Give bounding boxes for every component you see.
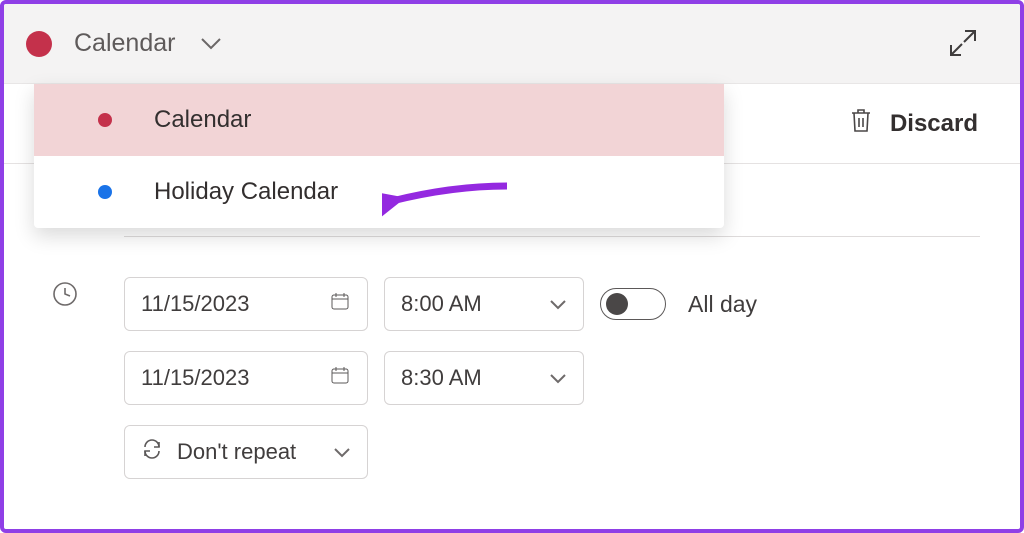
- end-date-value: 11/15/2023: [141, 365, 249, 391]
- discard-button[interactable]: Discard: [848, 106, 978, 141]
- start-date-field[interactable]: 11/15/2023: [124, 277, 368, 331]
- calendar-color-dot: [98, 113, 112, 127]
- end-date-field[interactable]: 11/15/2023: [124, 351, 368, 405]
- calendar-option-label: Calendar: [154, 106, 251, 134]
- calendar-option-holiday[interactable]: Holiday Calendar: [34, 156, 724, 228]
- start-time-field[interactable]: 8:00 AM: [384, 277, 584, 331]
- trash-icon: [848, 106, 874, 141]
- start-time-value: 8:00 AM: [401, 291, 482, 317]
- calendar-selector-bar: Calendar: [4, 4, 1020, 84]
- repeat-icon: [141, 438, 163, 466]
- all-day-toggle[interactable]: [600, 288, 666, 320]
- chevron-down-icon: [549, 291, 567, 317]
- chevron-down-icon: [333, 439, 351, 465]
- chevron-down-icon[interactable]: [197, 32, 225, 56]
- clock-icon: [52, 281, 78, 312]
- toggle-knob: [606, 293, 628, 315]
- repeat-field[interactable]: Don't repeat: [124, 425, 368, 479]
- datetime-row: 11/15/2023 8:00 AM All day: [44, 261, 980, 485]
- discard-label: Discard: [890, 110, 978, 138]
- calendar-dropdown: Calendar Holiday Calendar: [34, 84, 724, 228]
- calendar-option-calendar[interactable]: Calendar: [34, 84, 724, 156]
- all-day-label: All day: [688, 291, 757, 318]
- end-time-value: 8:30 AM: [401, 365, 482, 391]
- calendar-color-dot: [26, 31, 52, 57]
- event-editor-window: Calendar Discar: [0, 0, 1024, 533]
- calendar-icon: [329, 364, 351, 392]
- calendar-option-label: Holiday Calendar: [154, 178, 338, 206]
- end-time-field[interactable]: 8:30 AM: [384, 351, 584, 405]
- chevron-down-icon: [549, 365, 567, 391]
- calendar-icon: [329, 290, 351, 318]
- calendar-color-dot: [98, 185, 112, 199]
- selected-calendar-label[interactable]: Calendar: [74, 29, 175, 58]
- expand-icon[interactable]: [946, 26, 980, 60]
- repeat-value: Don't repeat: [177, 439, 296, 465]
- start-date-value: 11/15/2023: [141, 291, 249, 317]
